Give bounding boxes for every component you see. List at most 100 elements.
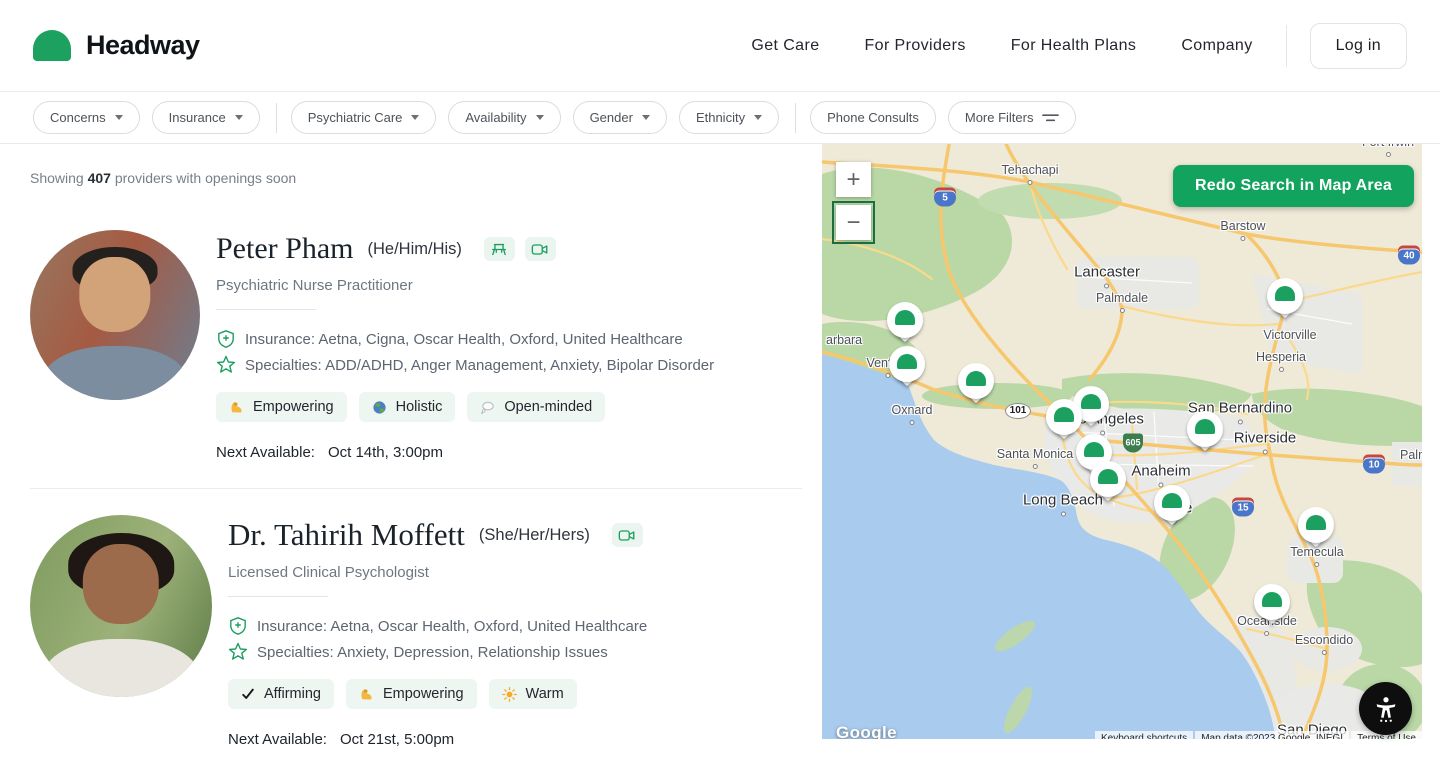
headway-dome-icon xyxy=(1054,407,1074,422)
card-separator xyxy=(30,488,802,489)
headway-dome-icon xyxy=(1162,493,1182,508)
provider-map-pin[interactable] xyxy=(1154,485,1190,531)
provider-name: Dr. Tahirih Moffett xyxy=(228,517,465,553)
filter-availability[interactable]: Availability xyxy=(448,101,560,134)
accessibility-person-icon xyxy=(1371,694,1401,724)
next-available-row: Next Available: Oct 14th, 3:00pm xyxy=(216,444,714,461)
video-chip xyxy=(612,523,643,547)
chevron-down-icon xyxy=(536,115,544,120)
provider-map-pin[interactable] xyxy=(1298,507,1334,553)
map-city-label: Anaheim xyxy=(1131,463,1190,488)
divider xyxy=(228,596,328,597)
specialties-row: Specialties: Anxiety, Depression, Relati… xyxy=(228,642,647,662)
badge-warm: Warm xyxy=(489,679,577,709)
headway-logo[interactable]: Headway xyxy=(33,30,200,61)
provider-map-pin[interactable] xyxy=(1267,278,1303,324)
map-city-label: Oxnard xyxy=(892,403,933,425)
globe-icon xyxy=(372,400,387,415)
headway-dome-icon xyxy=(1275,286,1295,301)
provider-title: Psychiatric Nurse Practitioner xyxy=(216,277,714,294)
divider xyxy=(216,309,316,310)
provider-avatar xyxy=(30,230,200,400)
nav-for-health-plans[interactable]: For Health Plans xyxy=(1011,37,1137,55)
highway-shield-icon: 5 xyxy=(934,188,956,207)
chevron-down-icon xyxy=(642,115,650,120)
headway-dome-icon xyxy=(1084,442,1104,457)
headway-dome-icon xyxy=(897,354,917,369)
provider-map-pin[interactable] xyxy=(1090,461,1126,507)
google-logo[interactable]: Google xyxy=(836,723,897,739)
badge-open-minded: Open-minded xyxy=(467,392,605,422)
chair-icon xyxy=(490,242,508,257)
filter-more-filters[interactable]: More Filters xyxy=(948,101,1077,134)
filter-psychiatric-care[interactable]: Psychiatric Care xyxy=(291,101,437,134)
nav-for-providers[interactable]: For Providers xyxy=(865,37,966,55)
provider-map-pin[interactable] xyxy=(958,363,994,409)
nav-get-care[interactable]: Get Care xyxy=(751,37,819,55)
star-icon xyxy=(216,355,236,375)
filter-concerns[interactable]: Concerns xyxy=(33,101,140,134)
filter-bar: Concerns Insurance Psychiatric Care Avai… xyxy=(0,92,1440,144)
headway-dome-icon xyxy=(33,30,71,61)
badge-affirming: Affirming xyxy=(228,679,334,709)
brand-name: Headway xyxy=(86,30,200,61)
map-city-label: arbara xyxy=(826,333,862,347)
headway-dome-icon xyxy=(1081,394,1101,409)
specialties-row: Specialties: ADD/ADHD, Anger Management,… xyxy=(216,355,714,375)
provider-name: Peter Pham xyxy=(216,232,353,266)
filter-insurance[interactable]: Insurance xyxy=(152,101,260,134)
headway-dome-icon xyxy=(1306,515,1326,530)
map-zoom-controls: + − xyxy=(836,162,871,240)
specialties-list: Anxiety, Depression, Relationship Issues xyxy=(337,644,608,661)
nav-company[interactable]: Company xyxy=(1181,37,1252,55)
chevron-down-icon xyxy=(115,115,123,120)
provider-map-pin[interactable] xyxy=(1254,584,1290,630)
map-city-label: Lancaster xyxy=(1074,264,1140,289)
headway-dome-icon xyxy=(895,310,915,325)
map-city-label: Palm S xyxy=(1400,448,1422,462)
insurance-list: Aetna, Cigna, Oscar Health, Oxford, Unit… xyxy=(318,331,682,348)
specialties-list: ADD/ADHD, Anger Management, Anxiety, Bip… xyxy=(325,357,714,374)
results-count: 407 xyxy=(88,170,111,186)
map-city-label: Victorville xyxy=(1263,328,1316,342)
map-city-label: Riverside xyxy=(1234,430,1297,455)
map-canvas[interactable]: Fort IrwinTehachapiBarstowLancasterPalmd… xyxy=(822,144,1422,739)
filter-phone-consults[interactable]: Phone Consults xyxy=(810,101,936,134)
chevron-down-icon xyxy=(754,115,762,120)
video-icon xyxy=(531,243,549,256)
filter-gender[interactable]: Gender xyxy=(573,101,667,134)
highway-shield-icon: 10 xyxy=(1363,455,1385,474)
provider-card-tahirih-moffett[interactable]: Dr. Tahirih Moffett (She/Her/Hers) Licen… xyxy=(30,515,822,748)
chevron-down-icon xyxy=(411,115,419,120)
next-available-value: Oct 21st, 5:00pm xyxy=(340,731,454,748)
video-chip xyxy=(525,237,556,261)
headway-dome-icon xyxy=(1098,469,1118,484)
star-icon xyxy=(228,642,248,662)
map-city-label: Palmdale xyxy=(1096,291,1148,313)
badge-empowering: Empowering xyxy=(216,392,347,422)
provider-results-panel: Showing 407 providers with openings soon… xyxy=(0,144,822,748)
highway-shield-icon: 605 xyxy=(1123,434,1143,453)
zoom-out-button[interactable]: − xyxy=(836,205,871,240)
highway-shield-icon: 15 xyxy=(1232,498,1254,517)
redo-search-button[interactable]: Redo Search in Map Area xyxy=(1173,165,1414,207)
map-city-label: Escondido xyxy=(1295,633,1353,655)
provider-map-pin[interactable] xyxy=(887,302,923,348)
shield-plus-icon xyxy=(216,329,236,349)
zoom-in-button[interactable]: + xyxy=(836,162,871,197)
provider-card-peter-pham[interactable]: Peter Pham (He/Him/His) Psychiatric Nurs… xyxy=(30,230,822,461)
accessibility-widget-button[interactable] xyxy=(1359,682,1412,735)
map-data-text: Map data ©2023 Google, INEGI xyxy=(1195,731,1349,739)
headway-dome-icon xyxy=(1262,592,1282,607)
login-button[interactable]: Log in xyxy=(1310,23,1407,69)
in-person-chip xyxy=(484,237,515,261)
provider-pronouns: (She/Her/Hers) xyxy=(479,526,590,545)
provider-map-pin[interactable] xyxy=(1187,411,1223,457)
map-city-label: Tehachapi xyxy=(1002,163,1059,185)
keyboard-shortcuts-link[interactable]: Keyboard shortcuts xyxy=(1095,731,1193,739)
provider-map-pin[interactable] xyxy=(889,346,925,392)
map-city-label: Barstow xyxy=(1220,219,1265,241)
results-count-line: Showing 407 providers with openings soon xyxy=(30,170,822,186)
filter-ethnicity[interactable]: Ethnicity xyxy=(679,101,779,134)
muscle-icon xyxy=(359,687,374,702)
